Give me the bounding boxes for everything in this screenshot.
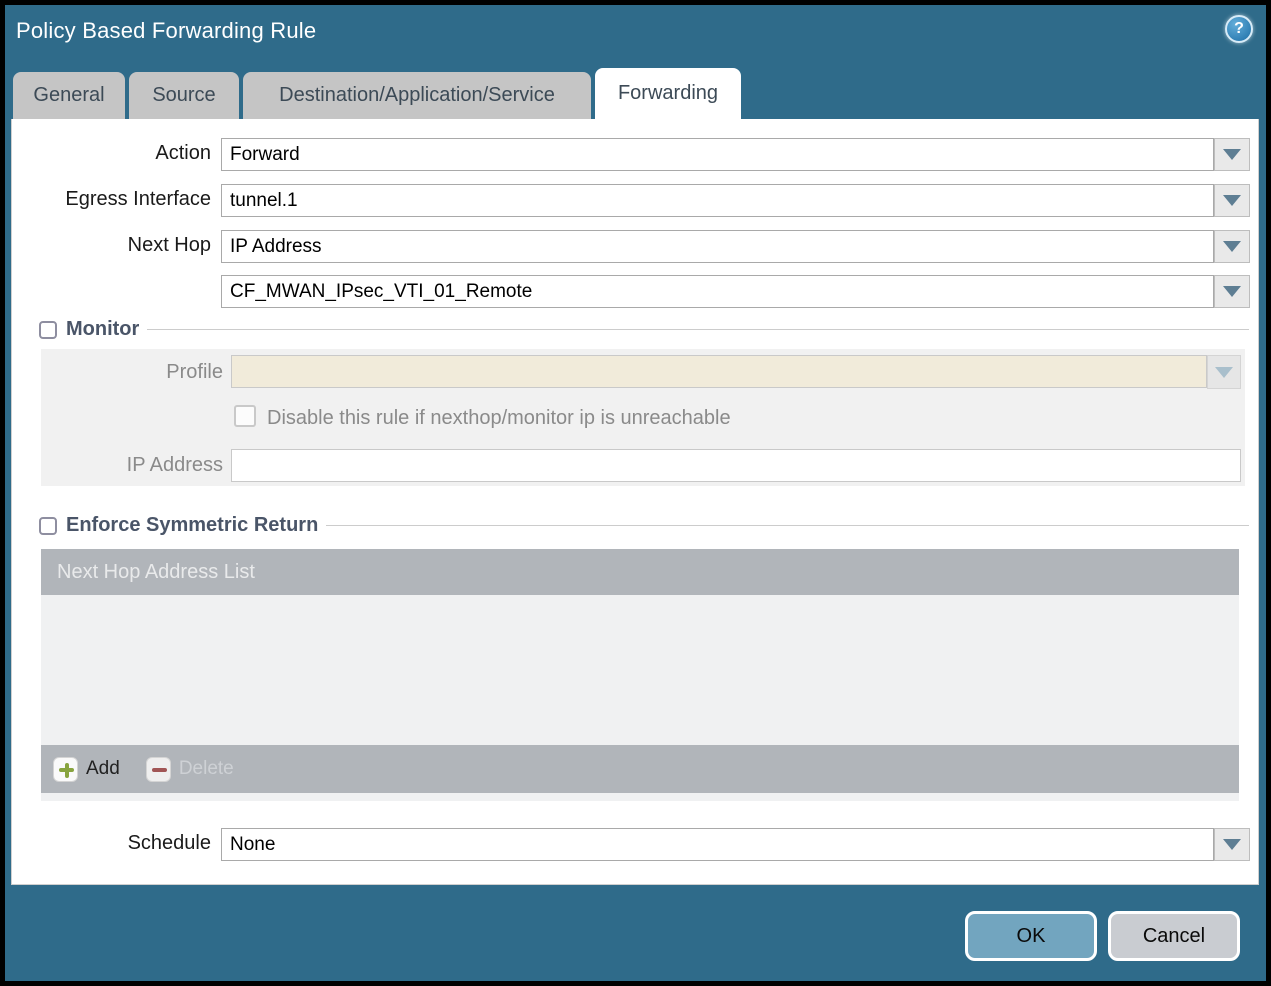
enforce-symmetric-return-checkbox[interactable] <box>39 516 57 535</box>
egress-interface-dropdown-button[interactable] <box>1214 184 1250 217</box>
action-input[interactable] <box>221 138 1214 171</box>
monitor-body: Profile Disable this rule if nexthop/mon… <box>41 349 1245 486</box>
next-hop-address-list-header: Next Hop Address List <box>41 549 1239 595</box>
schedule-label: Schedule <box>127 832 211 854</box>
tab-destination-application-service[interactable]: Destination/Application/Service <box>243 72 591 119</box>
ok-button[interactable]: OK <box>965 911 1097 961</box>
next-hop-address-list-table: Next Hop Address List Add Delete <box>41 549 1239 801</box>
help-icon[interactable]: ? <box>1225 15 1253 43</box>
profile-dropdown-button <box>1207 355 1241 389</box>
chevron-down-icon <box>1223 241 1241 252</box>
disable-rule-checkbox <box>234 405 256 427</box>
tab-general[interactable]: General <box>13 72 125 119</box>
egress-interface-input[interactable] <box>221 184 1214 217</box>
next-hop-address-list-body <box>41 595 1239 745</box>
add-button[interactable]: Add <box>53 756 120 782</box>
next-hop-address-input[interactable] <box>221 275 1214 308</box>
enforce-symmetric-return-group: Enforce Symmetric Return Next Hop Addres… <box>37 514 1249 801</box>
next-hop-address-dropdown-button[interactable] <box>1214 275 1250 308</box>
pbf-rule-dialog: Policy Based Forwarding Rule ? General S… <box>0 0 1271 986</box>
next-hop-label: Next Hop <box>127 234 211 256</box>
enforce-symmetric-return-legend: Enforce Symmetric Return <box>37 514 326 537</box>
schedule-dropdown-button[interactable] <box>1214 828 1250 861</box>
monitor-group: Monitor Profile Disable this rule if nex… <box>37 318 1249 486</box>
profile-input <box>231 355 1207 388</box>
chevron-down-icon <box>1223 195 1241 206</box>
tab-bar: General Source Destination/Application/S… <box>13 68 741 119</box>
next-hop-type-input[interactable] <box>221 230 1214 263</box>
next-hop-type-dropdown-button[interactable] <box>1214 230 1250 263</box>
cancel-button[interactable]: Cancel <box>1108 911 1240 961</box>
monitor-checkbox[interactable] <box>39 320 57 339</box>
tab-source[interactable]: Source <box>129 72 239 119</box>
forwarding-tab-panel: Action Egress Interface Next Hop Monitor <box>11 119 1259 885</box>
monitor-legend-label: Monitor <box>66 318 140 340</box>
dialog-title: Policy Based Forwarding Rule <box>16 18 317 43</box>
chevron-down-icon <box>1215 366 1233 378</box>
action-label: Action <box>155 142 211 164</box>
chevron-down-icon <box>1223 839 1241 850</box>
minus-icon <box>145 756 171 782</box>
enforce-symmetric-return-legend-label: Enforce Symmetric Return <box>66 514 319 536</box>
profile-label: Profile <box>166 361 223 383</box>
schedule-input[interactable] <box>221 828 1214 861</box>
disable-rule-checkbox-label: Disable this rule if nexthop/monitor ip … <box>267 407 731 429</box>
tab-forwarding[interactable]: Forwarding <box>595 68 741 119</box>
chevron-down-icon <box>1223 286 1241 297</box>
action-dropdown-button[interactable] <box>1214 138 1250 171</box>
delete-button: Delete <box>145 756 234 782</box>
monitor-ip-address-input <box>231 449 1241 482</box>
table-bottom-strip <box>41 793 1239 801</box>
monitor-legend: Monitor <box>37 318 147 341</box>
plus-icon <box>53 756 78 782</box>
chevron-down-icon <box>1223 149 1241 160</box>
delete-button-label: Delete <box>178 758 234 779</box>
add-button-label: Add <box>86 758 120 779</box>
monitor-ip-address-label: IP Address <box>126 454 223 476</box>
egress-interface-label: Egress Interface <box>65 188 211 210</box>
next-hop-address-list-toolbar: Add Delete <box>41 745 1239 793</box>
